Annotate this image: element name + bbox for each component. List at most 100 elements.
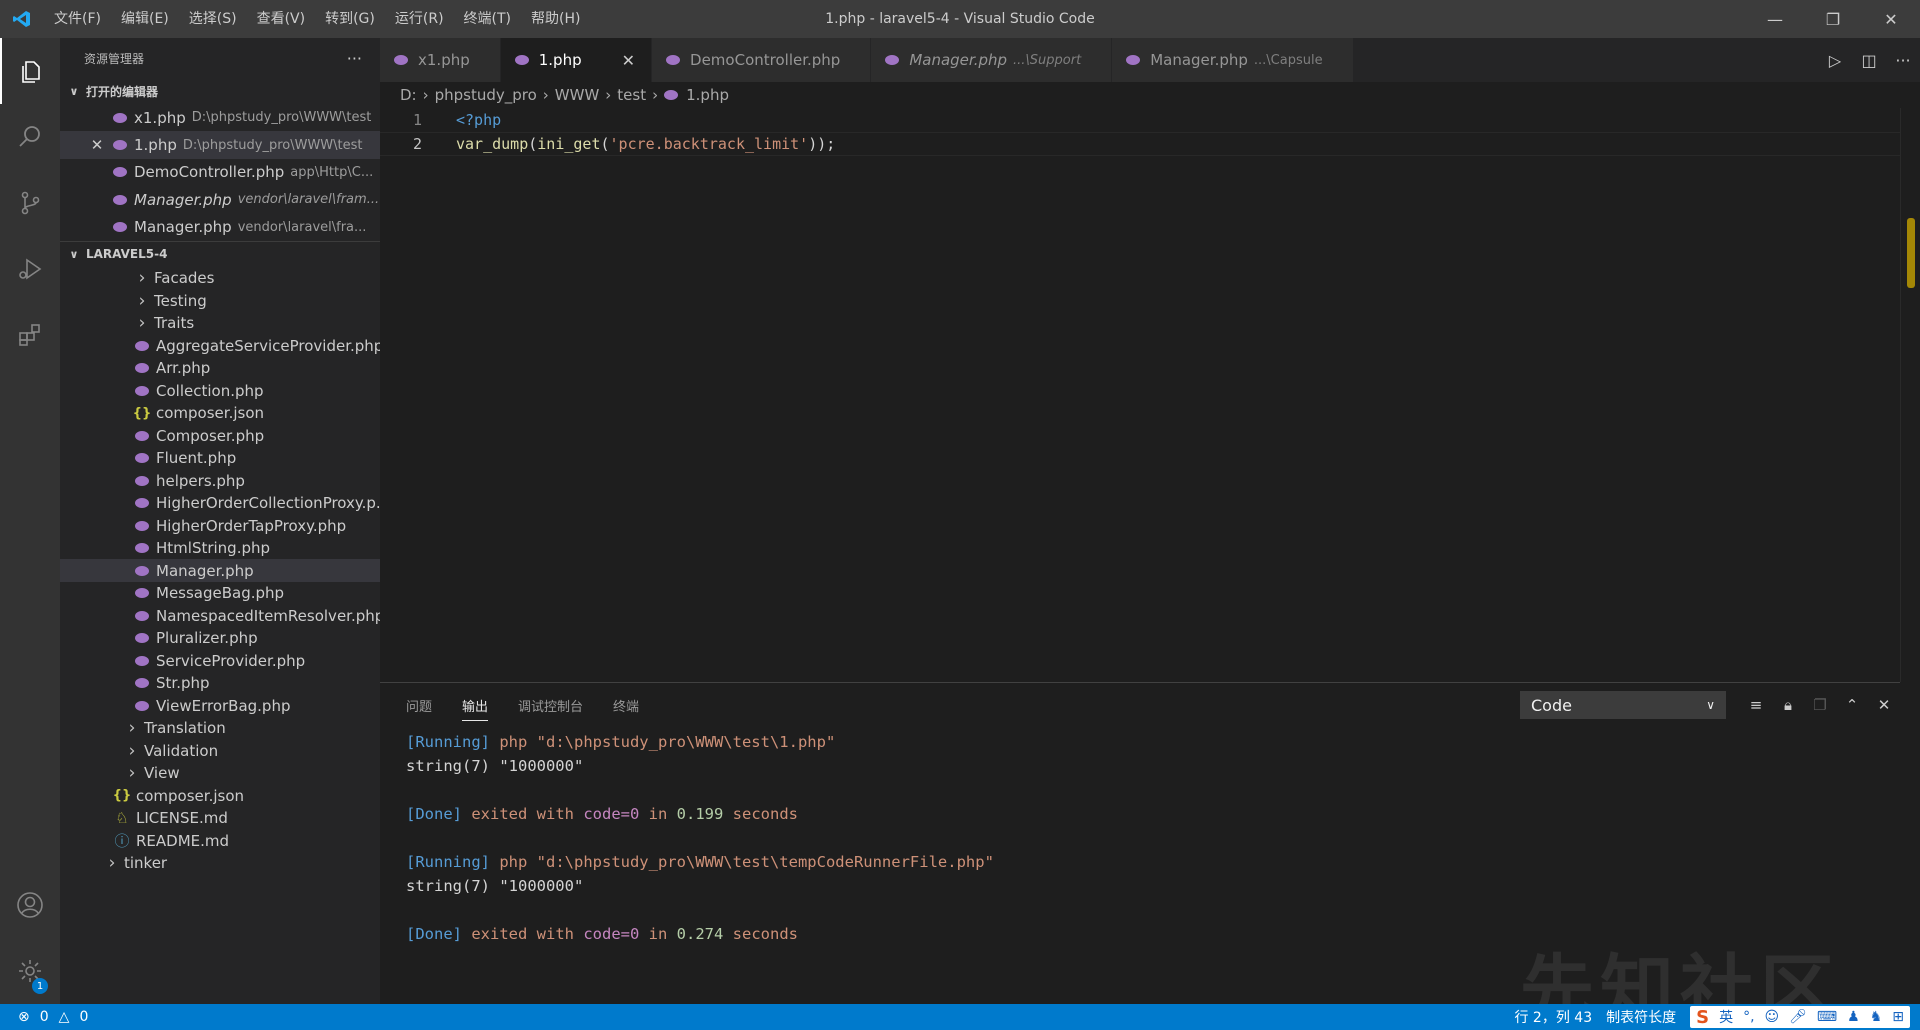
folder-item[interactable]: › tinker	[60, 852, 380, 875]
file-item[interactable]: helpers.php	[60, 469, 380, 492]
ime-language[interactable]: 英	[1719, 1007, 1733, 1027]
split-editor-icon[interactable]: ◫	[1852, 51, 1886, 70]
folder-item[interactable]: › Facades	[60, 267, 380, 290]
settings-gear-icon[interactable]: 1	[0, 938, 60, 1004]
tab-problems[interactable]: 问题	[406, 683, 432, 727]
run-code-icon[interactable]: ▷	[1818, 51, 1852, 70]
punctuation-icon[interactable]: °,	[1743, 1009, 1754, 1025]
menu-terminal[interactable]: 终端(T)	[454, 0, 521, 38]
file-item[interactable]: ♘ LICENSE.md	[60, 807, 380, 830]
search-icon[interactable]	[0, 104, 60, 170]
tab-file[interactable]: DemoController.php	[652, 38, 872, 82]
clear-output-icon[interactable]: ≡	[1740, 696, 1772, 714]
extensions-icon[interactable]	[0, 302, 60, 368]
file-item[interactable]: HigherOrderCollectionProxy.p...	[60, 492, 380, 515]
file-item[interactable]: HigherOrderTapProxy.php	[60, 514, 380, 537]
tab-file[interactable]: x1.php	[380, 38, 501, 82]
menu-view[interactable]: 查看(V)	[247, 0, 316, 38]
user-icon[interactable]: ♟	[1847, 1009, 1860, 1025]
file-item[interactable]: Collection.php	[60, 379, 380, 402]
tab-file[interactable]: 1.php ✕	[500, 38, 653, 82]
file-item[interactable]: {} composer.json	[60, 784, 380, 807]
open-editor-item[interactable]: ✕ 1.php D:\phpstudy_pro\WWW\test	[60, 131, 380, 159]
file-item[interactable]: Arr.php	[60, 357, 380, 380]
close-tab-icon[interactable]: ✕	[622, 51, 635, 70]
folder-item[interactable]: › Validation	[60, 739, 380, 762]
more-actions-icon[interactable]: ···	[1886, 51, 1920, 70]
breadcrumb-drive[interactable]: D:	[400, 86, 417, 104]
open-log-icon[interactable]: ❐	[1804, 696, 1836, 714]
minimize-button[interactable]: —	[1746, 0, 1804, 38]
grid-menu-icon[interactable]: ⊞	[1892, 1009, 1904, 1025]
editor-scrollbar[interactable]	[1900, 108, 1920, 682]
file-item[interactable]: ServiceProvider.php	[60, 649, 380, 672]
php-elephant-icon	[135, 385, 149, 396]
folder-item[interactable]: › Testing	[60, 289, 380, 312]
cursor-position[interactable]: 行 2，列 43	[1514, 1007, 1592, 1027]
skin-icon[interactable]: ♞	[1870, 1009, 1883, 1025]
breadcrumb-folder[interactable]: test	[617, 86, 646, 104]
tab-file[interactable]: Manager.php ...\Support	[871, 38, 1113, 82]
file-item[interactable]: AggregateServiceProvider.php	[60, 334, 380, 357]
close-panel-icon[interactable]: ✕	[1868, 696, 1900, 714]
php-file-icon	[134, 630, 150, 646]
output-content[interactable]: [Running] php "d:\phpstudy_pro\WWW\test\…	[380, 727, 1900, 949]
file-item[interactable]: ViewErrorBag.php	[60, 694, 380, 717]
tab-file[interactable]: Manager.php ...\Capsule	[1112, 38, 1354, 82]
tab-terminal[interactable]: 终端	[613, 683, 639, 727]
file-item[interactable]: NamespacedItemResolver.php	[60, 604, 380, 627]
close-icon[interactable]: ✕	[88, 136, 106, 154]
folder-item[interactable]: › View	[60, 762, 380, 785]
restore-button[interactable]: ❐	[1804, 0, 1862, 38]
microphone-icon[interactable]: 🎤︎	[1789, 1009, 1807, 1025]
file-item[interactable]: {} composer.json	[60, 402, 380, 425]
close-window-button[interactable]: ✕	[1862, 0, 1920, 38]
code-editor[interactable]: 1 <?php 2 var_dump(ini_get('pcre.backtrack_…	[380, 108, 1900, 682]
menu-file[interactable]: 文件(F)	[44, 0, 111, 38]
file-item[interactable]: Fluent.php	[60, 447, 380, 470]
open-editor-item[interactable]: Manager.php vendor\laravel\fram...	[60, 186, 380, 213]
maximize-panel-icon[interactable]: ⌃	[1836, 696, 1868, 714]
menu-selection[interactable]: 选择(S)	[179, 0, 247, 38]
breadcrumb-file[interactable]: 1.php	[686, 86, 729, 104]
keyboard-icon[interactable]: ⌨	[1817, 1009, 1837, 1025]
menu-help[interactable]: 帮助(H)	[521, 0, 590, 38]
menu-run[interactable]: 运行(R)	[385, 0, 454, 38]
emoji-icon[interactable]: ☺	[1765, 1009, 1780, 1025]
file-item[interactable]: Composer.php	[60, 424, 380, 447]
file-item[interactable]: Manager.php	[60, 559, 380, 582]
open-editor-item[interactable]: Manager.php vendor\laravel\fra...	[60, 214, 380, 241]
folder-item[interactable]: › Translation	[60, 717, 380, 740]
project-section[interactable]: ∨ LARAVEL5-4	[60, 240, 380, 267]
tab-debug-console[interactable]: 调试控制台	[518, 683, 583, 727]
file-item[interactable]: Pluralizer.php	[60, 627, 380, 650]
file-item[interactable]: MessageBag.php	[60, 582, 380, 605]
account-icon[interactable]	[0, 872, 60, 938]
problems-status[interactable]: ⊗ 0 △ 0	[0, 1009, 88, 1025]
breadcrumb-folder[interactable]: phpstudy_pro	[435, 86, 537, 104]
menu-edit[interactable]: 编辑(E)	[111, 0, 179, 38]
indentation-status[interactable]: 制表符长度	[1606, 1007, 1676, 1027]
more-actions-icon[interactable]: ···	[347, 49, 362, 68]
code-line[interactable]: 2 var_dump(ini_get('pcre.backtrack_limit'…	[380, 132, 1900, 156]
menu-go[interactable]: 转到(G)	[315, 0, 385, 38]
open-editor-item[interactable]: x1.php D:\phpstudy_pro\WWW\test	[60, 104, 380, 131]
ime-toolbar[interactable]: S 英 °, ☺ 🎤︎ ⌨ ♟ ♞ ⊞	[1690, 1006, 1910, 1028]
explorer-icon[interactable]	[0, 38, 60, 104]
open-editors-section[interactable]: ∨ 打开的编辑器	[60, 78, 380, 104]
output-channel-select[interactable]: Code ∨	[1520, 691, 1726, 719]
file-item[interactable]: ⓘ README.md	[60, 829, 380, 852]
tab-output[interactable]: 输出	[462, 683, 489, 727]
file-item[interactable]: Str.php	[60, 672, 380, 695]
folder-item[interactable]: › Traits	[60, 312, 380, 335]
lock-scroll-icon[interactable]: 🔒︎	[1772, 696, 1804, 714]
file-item[interactable]: HtmlString.php	[60, 537, 380, 560]
source-control-icon[interactable]	[0, 170, 60, 236]
scrollbar-thumb[interactable]	[1907, 218, 1915, 288]
open-editor-item[interactable]: DemoController.php app\Http\C...	[60, 159, 380, 186]
code-line[interactable]: 1 <?php	[380, 108, 1900, 132]
activity-bar: 1	[0, 38, 60, 1004]
run-debug-icon[interactable]	[0, 236, 60, 302]
tab-label: x1.php	[418, 51, 470, 69]
breadcrumb-folder[interactable]: WWW	[555, 86, 600, 104]
